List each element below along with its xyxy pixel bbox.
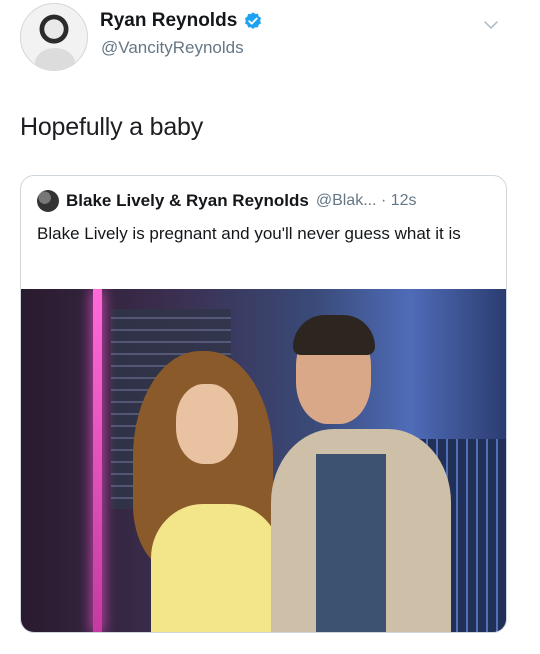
quoted-tweet-photo[interactable] <box>21 289 506 632</box>
author-row: Ryan Reynolds <box>100 10 263 32</box>
quoted-tweet-avatar <box>37 190 59 212</box>
tweet-text: Hopefully a baby <box>20 113 204 141</box>
display-name[interactable]: Ryan Reynolds <box>100 10 237 32</box>
verified-badge-icon <box>245 12 262 29</box>
photo-woman-dress <box>151 504 281 632</box>
quoted-tweet-handle-time: @Blak... · 12s <box>315 192 417 209</box>
handle[interactable]: @VancityReynolds <box>101 38 244 58</box>
photo-man-vest <box>316 454 386 632</box>
quoted-tweet-header: Blake Lively & Ryan Reynolds @Blak... · … <box>37 190 417 212</box>
photo-woman-face <box>176 384 238 464</box>
avatar[interactable] <box>20 3 88 71</box>
quoted-tweet-text: Blake Lively is pregnant and you'll neve… <box>37 224 461 243</box>
avatar-shirt <box>35 48 75 70</box>
tweet: Ryan Reynolds @VancityReynolds Hopefully… <box>0 0 540 654</box>
photo-neon-light <box>93 289 102 632</box>
quoted-tweet-display-name: Blake Lively & Ryan Reynolds <box>66 191 309 210</box>
photo-man-hair <box>293 315 375 355</box>
quoted-tweet-card[interactable]: Blake Lively & Ryan Reynolds @Blak... · … <box>20 175 507 633</box>
chevron-down-icon[interactable] <box>482 16 500 34</box>
